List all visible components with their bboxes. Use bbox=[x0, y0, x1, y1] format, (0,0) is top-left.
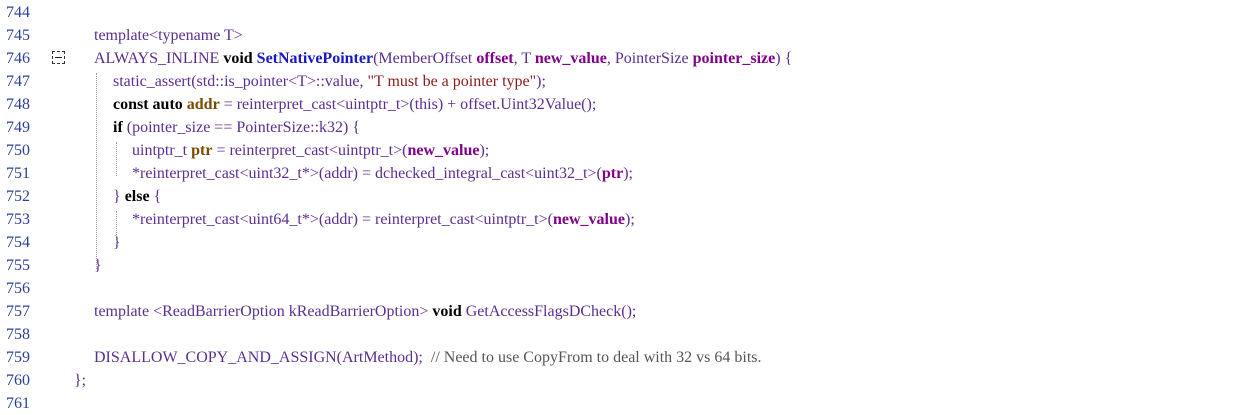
code-line[interactable]: 748 const auto addr = reinterpret_cast<ui… bbox=[0, 93, 1244, 116]
code-token: addr bbox=[186, 96, 220, 113]
code-line[interactable]: 749 if (pointer_size == PointerSize::k32)… bbox=[0, 116, 1244, 139]
code-line[interactable]: 753 *reinterpret_cast<uint64_t*>(addr) = … bbox=[0, 208, 1244, 231]
line-number: 747 bbox=[6, 73, 30, 90]
code-token: ); bbox=[623, 165, 633, 182]
code-text: uintptr_t ptr = reinterpret_cast<uintptr… bbox=[132, 139, 489, 162]
line-number: 744 bbox=[6, 4, 30, 21]
code-text: }; bbox=[74, 369, 86, 392]
code-text: } else { bbox=[113, 185, 161, 208]
indent-guide bbox=[116, 142, 117, 176]
code-line[interactable]: 756 bbox=[0, 277, 1244, 300]
code-text: if (pointer_size == PointerSize::k32) { bbox=[113, 116, 360, 139]
indent-guide bbox=[116, 211, 117, 245]
code-token: new_value bbox=[534, 50, 607, 67]
code-token: // Need to use CopyFrom to deal with 32 … bbox=[430, 349, 762, 366]
code-line[interactable]: 751 *reinterpret_cast<uint32_t*>(addr) = … bbox=[0, 162, 1244, 185]
code-token: uintptr_t bbox=[132, 142, 192, 159]
code-text: DISALLOW_COPY_AND_ASSIGN(ArtMethod); // … bbox=[94, 346, 762, 369]
code-line[interactable]: 758 bbox=[0, 323, 1244, 346]
code-token: new_value bbox=[407, 142, 480, 159]
code-token: *reinterpret_cast<uint64_t*>(addr) = rei… bbox=[132, 211, 553, 228]
code-token: new_value bbox=[552, 211, 625, 228]
code-line[interactable]: 744 bbox=[0, 1, 1244, 24]
line-number: 752 bbox=[6, 188, 30, 205]
code-line[interactable]: 757 template <ReadBarrierOption kReadBarr… bbox=[0, 300, 1244, 323]
code-token: (pointer_size == PointerSize::k32) { bbox=[126, 119, 361, 136]
code-token: offset bbox=[476, 50, 514, 67]
code-text: *reinterpret_cast<uint32_t*>(addr) = dch… bbox=[132, 162, 633, 185]
line-number: 745 bbox=[6, 27, 30, 44]
code-token: "T must be a pointer type" bbox=[367, 73, 537, 90]
code-token: } bbox=[113, 188, 125, 205]
code-line[interactable]: 752} else { bbox=[0, 185, 1244, 208]
code-token: GetAccessFlagsDCheck(); bbox=[465, 303, 637, 320]
code-line[interactable]: 761 bbox=[0, 392, 1244, 415]
line-number: 758 bbox=[6, 326, 30, 343]
code-line[interactable]: 747 static_assert(std::is_pointer<T>::val… bbox=[0, 70, 1244, 93]
code-text: template <ReadBarrierOption kReadBarrier… bbox=[94, 300, 636, 323]
fold-toggle-icon[interactable] bbox=[52, 51, 65, 64]
code-token: pointer_size bbox=[692, 50, 776, 67]
code-line[interactable]: 746 ALWAYS_INLINE void SetNativePointer(M… bbox=[0, 47, 1244, 70]
code-token: (MemberOffset bbox=[373, 50, 477, 67]
line-number: 760 bbox=[6, 372, 30, 389]
indent-guide bbox=[96, 73, 97, 269]
code-token: const auto bbox=[113, 96, 187, 113]
line-number: 748 bbox=[6, 96, 30, 113]
line-number: 755 bbox=[6, 257, 30, 274]
code-token: ); bbox=[479, 142, 490, 159]
code-token: , PointerSize bbox=[606, 50, 693, 67]
code-line[interactable]: 760}; bbox=[0, 369, 1244, 392]
line-number: 759 bbox=[6, 349, 30, 366]
line-number: 761 bbox=[6, 395, 30, 412]
code-token: template <ReadBarrierOption kReadBarrier… bbox=[94, 303, 433, 320]
code-line[interactable]: 745 template<typename T> bbox=[0, 24, 1244, 47]
line-number: 749 bbox=[6, 119, 30, 136]
code-token: = reinterpret_cast<uintptr_t>( bbox=[212, 142, 408, 159]
line-number: 746 bbox=[6, 50, 30, 67]
code-token: void bbox=[223, 50, 257, 67]
code-line[interactable]: 754} bbox=[0, 231, 1244, 254]
code-token: template<typename T> bbox=[94, 27, 243, 44]
code-token: ALWAYS_INLINE bbox=[94, 50, 224, 67]
code-editor[interactable]: 744 745 template<typename T> 746 ALWAYS_INLI… bbox=[0, 0, 1244, 412]
line-number: 754 bbox=[6, 234, 30, 251]
code-text: static_assert(std::is_pointer<T>::value,… bbox=[113, 70, 546, 93]
code-token: ); bbox=[536, 73, 546, 90]
code-token: if bbox=[113, 119, 127, 136]
code-token: ); bbox=[624, 211, 635, 228]
code-text: *reinterpret_cast<uint64_t*>(addr) = rei… bbox=[132, 208, 635, 231]
code-text: ALWAYS_INLINE void SetNativePointer(Memb… bbox=[94, 47, 792, 70]
code-token: { bbox=[149, 188, 162, 205]
line-number: 757 bbox=[6, 303, 30, 320]
code-token: , T bbox=[513, 50, 535, 67]
code-token: DISALLOW_COPY_AND_ASSIGN(ArtMethod); bbox=[94, 349, 431, 366]
code-token: ptr bbox=[191, 142, 213, 159]
code-token: ) { bbox=[775, 50, 793, 67]
code-line[interactable]: 750 uintptr_t ptr = reinterpret_cast<uint… bbox=[0, 139, 1244, 162]
code-line[interactable]: 755} bbox=[0, 254, 1244, 277]
code-line[interactable]: 759 DISALLOW_COPY_AND_ASSIGN(ArtMethod); … bbox=[0, 346, 1244, 369]
code-text: template<typename T> bbox=[94, 24, 243, 47]
line-number: 750 bbox=[6, 142, 30, 159]
code-token: = reinterpret_cast<uintptr_t>(this) + of… bbox=[219, 96, 597, 113]
code-token: SetNativePointer bbox=[256, 50, 374, 67]
code-token: void bbox=[432, 303, 466, 320]
code-text: const auto addr = reinterpret_cast<uintp… bbox=[113, 93, 596, 116]
code-token: *reinterpret_cast<uint32_t*>(addr) = dch… bbox=[132, 165, 602, 182]
code-token: ptr bbox=[601, 165, 624, 182]
code-token: else bbox=[124, 188, 150, 205]
line-number: 753 bbox=[6, 211, 30, 228]
line-number: 751 bbox=[6, 165, 30, 182]
code-token: }; bbox=[74, 372, 87, 389]
line-number: 756 bbox=[6, 280, 30, 297]
code-token: static_assert(std::is_pointer<T>::value, bbox=[113, 73, 368, 90]
